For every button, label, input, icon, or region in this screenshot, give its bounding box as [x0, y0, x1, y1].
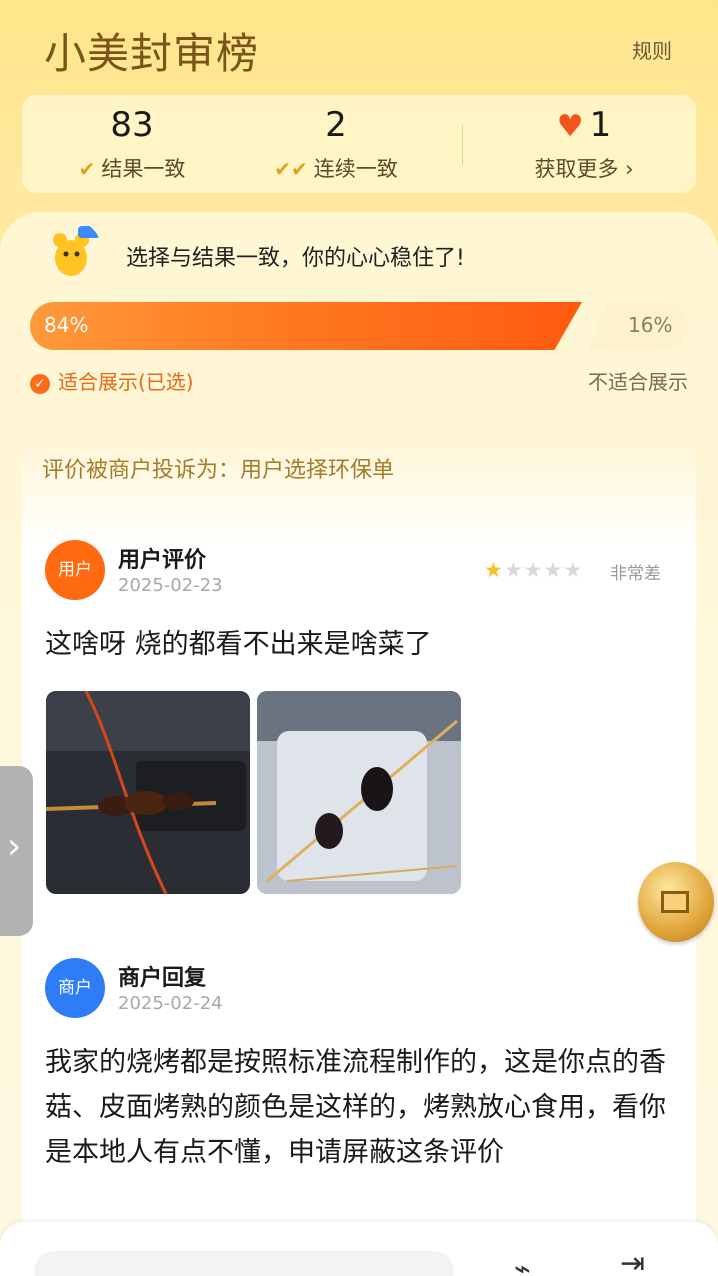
unsuitable-option[interactable]: 不适合展示 [588, 366, 688, 395]
stat-streak: 2 ✔✔ 连续一致 [236, 95, 436, 193]
check-icon: ✔ [78, 157, 96, 181]
selected-check-icon: ✓ [30, 374, 50, 394]
star-icon: ★ [523, 558, 544, 582]
vote-headline: 选择与结果一致，你的心心稳住了! [126, 246, 465, 271]
get-more-link[interactable]: 获取更多 › [484, 153, 684, 183]
review-text: 这啥呀 烧的都看不出来是啥菜了 [45, 629, 432, 660]
side-tab-chevron-icon: › [7, 826, 22, 867]
unsuitable-percent: 16% [628, 313, 673, 337]
app-title: 小美封审榜 [44, 29, 260, 78]
reply-text: 我家的烧烤都是按照标准流程制作的，这是你点的香菇、皮面烤熟的颜色是这样的，烤熟放… [45, 1047, 666, 1168]
coin-hole [661, 891, 689, 913]
streak-label: ✔✔ 连续一致 [274, 157, 398, 181]
rules-link[interactable]: 规则 [632, 35, 672, 64]
star-icon: ★ [484, 558, 504, 582]
header: 小美封审榜 规则 [0, 0, 718, 90]
streak-count: 2 [325, 105, 347, 145]
review-date: 2025-02-23 [118, 575, 223, 596]
suitable-option[interactable]: ✓ 适合展示(已选) [30, 366, 194, 395]
star-icon: ★ [563, 558, 584, 582]
chevron-right-icon: › [618, 157, 634, 181]
stats-panel: 83 ✔ 结果一致 2 ✔✔ 连续一致 ♥ 1 获取更多 › [22, 95, 696, 193]
hearts-value: ♥ 1 [556, 105, 612, 145]
suitable-bar [30, 302, 582, 350]
bottom-input[interactable] [34, 1251, 454, 1276]
rating-text: 非常差 [610, 564, 661, 584]
stats-divider [462, 125, 463, 165]
star-icon: ★ [543, 558, 564, 582]
share-icon[interactable]: ⌁ [514, 1252, 531, 1276]
user-avatar: 用户 [45, 540, 105, 600]
double-check-icon: ✔✔ [274, 157, 308, 181]
heart-icon: ♥ [556, 109, 584, 144]
review-photo[interactable] [257, 691, 461, 894]
result-match-count: 83 [110, 105, 154, 145]
review-photo[interactable] [46, 691, 250, 894]
stat-result-match: 83 ✔ 结果一致 [32, 95, 232, 193]
star-rating: ★★★★★ [484, 558, 583, 582]
mascot-avatar [40, 220, 102, 282]
complaint-reason: 评价被商户投诉为：用户选择环保单 [42, 458, 395, 483]
suitable-percent: 84% [44, 313, 89, 337]
exit-icon[interactable]: ⇥ [620, 1246, 645, 1276]
merchant-avatar: 商户 [45, 958, 105, 1018]
review-author: 用户评价 [118, 548, 207, 573]
star-icon: ★ [503, 558, 524, 582]
reply-author: 商户回复 [118, 966, 207, 991]
reply-date: 2025-02-24 [118, 993, 223, 1014]
result-match-label: ✔ 结果一致 [78, 157, 186, 181]
stat-hearts[interactable]: ♥ 1 获取更多 › [484, 95, 684, 193]
